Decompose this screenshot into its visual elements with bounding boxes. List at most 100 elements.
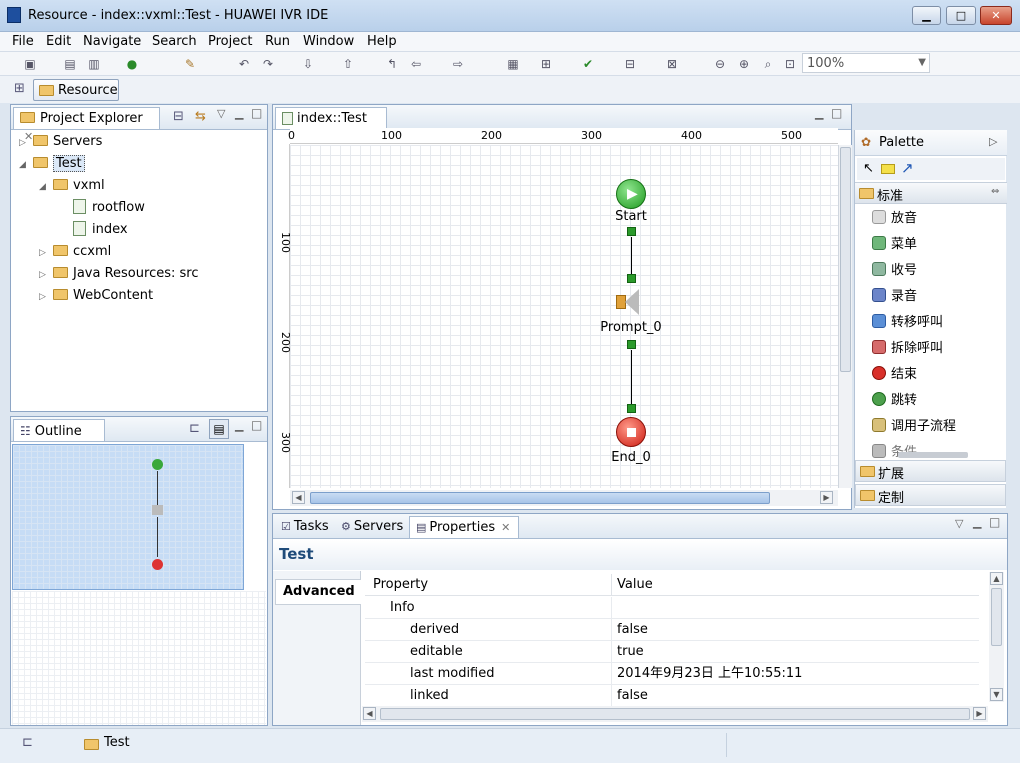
side-tab-advanced[interactable]: Advanced <box>275 579 361 605</box>
menu-edit[interactable]: Edit <box>45 32 72 52</box>
overview-icon[interactable]: ▤ <box>209 419 229 439</box>
flow-canvas[interactable]: ▶ Start Prompt_0 End_0 <box>290 145 838 488</box>
menu-navigate[interactable]: Navigate <box>82 32 142 52</box>
grid-icon[interactable]: ⊞ <box>538 56 554 72</box>
resource-perspective-button[interactable]: Resource <box>33 79 119 101</box>
palette-item-record[interactable]: 录音 <box>872 284 917 310</box>
connector-line[interactable] <box>631 350 632 406</box>
palette-item-transfer[interactable]: 转移呼叫 <box>872 310 943 336</box>
editor-hscrollbar[interactable]: ◀ ▶ <box>290 490 838 506</box>
tree-view-icon[interactable]: ⊏ <box>189 421 200 436</box>
column-property[interactable]: Property <box>373 577 428 592</box>
property-row[interactable]: derived false <box>365 619 979 641</box>
scroll-left-icon[interactable]: ◀ <box>292 491 305 504</box>
outline-viewport[interactable] <box>12 444 244 590</box>
property-row[interactable]: last modified 2014年9月23日 上午10:55:11 <box>365 663 979 685</box>
select-tool-icon[interactable]: ↖ <box>863 161 874 176</box>
nav-back-icon[interactable]: ↰ <box>384 56 400 72</box>
column-value[interactable]: Value <box>617 577 653 592</box>
menu-help[interactable]: Help <box>366 32 398 52</box>
pin-icon[interactable]: ⇔ <box>991 186 999 197</box>
expand-icon[interactable]: ▷ <box>39 286 53 308</box>
input-port[interactable] <box>627 404 636 413</box>
fast-view-icon[interactable]: ⊏ <box>22 735 33 750</box>
tree-item-servers[interactable]: ▷ Servers <box>19 131 102 153</box>
property-row[interactable]: editable true <box>365 641 979 663</box>
tab-project-explorer[interactable]: Project Explorer ✕ <box>13 107 160 143</box>
layout-icon[interactable]: ⊠ <box>664 56 680 72</box>
properties-vscrollbar[interactable]: ▲ ▼ <box>989 572 1004 702</box>
collapse-icon[interactable]: ◢ <box>39 176 53 198</box>
view-menu-icon[interactable]: ▽ <box>955 517 963 530</box>
collapse-palette-icon[interactable]: ▷ <box>989 135 997 148</box>
tab-servers[interactable]: ⚙ Servers <box>335 516 407 538</box>
redo-icon[interactable]: ↷ <box>260 56 276 72</box>
tree-item-test[interactable]: ◢ Test <box>19 153 85 175</box>
import-icon[interactable]: ⇩ <box>300 56 316 72</box>
palette-item-subflow[interactable]: 调用子流程 <box>872 414 956 440</box>
expand-icon[interactable]: ▷ <box>39 264 53 286</box>
minimize-view-icon[interactable]: ▁ <box>973 516 981 529</box>
link-editor-icon[interactable]: ⇆ <box>195 109 206 124</box>
scroll-right-icon[interactable]: ▶ <box>820 491 833 504</box>
run-icon[interactable]: ● <box>124 56 140 72</box>
output-port[interactable] <box>627 227 636 236</box>
palette-item-menu[interactable]: 菜单 <box>872 232 917 258</box>
tree-item-index[interactable]: index <box>73 219 128 241</box>
property-group-info[interactable]: Info <box>365 597 979 619</box>
tab-outline[interactable]: ☷Outline ✕ <box>13 419 105 456</box>
forward-icon[interactable]: ⇨ <box>450 56 466 72</box>
palette-group-extend[interactable]: 扩展 <box>855 460 1006 482</box>
maximize-view-icon[interactable]: □ <box>989 515 1000 529</box>
zoom-in-icon[interactable]: ⊕ <box>736 56 752 72</box>
maximize-view-icon[interactable]: □ <box>251 106 262 120</box>
expand-icon[interactable]: ▷ <box>19 132 33 154</box>
zoom-combo[interactable]: 100% ▼ <box>802 53 930 73</box>
scroll-right-icon[interactable]: ▶ <box>973 707 986 720</box>
tool-icon[interactable]: ✎ <box>182 56 198 72</box>
palette-group-custom[interactable]: 定制 <box>855 484 1006 506</box>
menu-project[interactable]: Project <box>207 32 253 52</box>
close-button[interactable]: ✕ <box>980 6 1012 25</box>
output-port[interactable] <box>627 340 636 349</box>
open-perspective-icon[interactable]: ⊞ <box>14 81 25 96</box>
zoom-page-icon[interactable]: ⊡ <box>782 56 798 72</box>
maximize-button[interactable]: □ <box>946 6 976 25</box>
clipboard-icon[interactable]: ▦ <box>505 56 521 72</box>
save-icon[interactable]: ▤ <box>62 56 78 72</box>
prompt-node[interactable] <box>616 287 646 317</box>
menu-run[interactable]: Run <box>264 32 291 52</box>
palette-item-play[interactable]: 放音 <box>872 206 917 232</box>
zoom-out-icon[interactable]: ⊖ <box>712 56 728 72</box>
minimize-button[interactable]: ▁ <box>912 6 941 25</box>
back-icon[interactable]: ⇦ <box>408 56 424 72</box>
scroll-left-icon[interactable]: ◀ <box>363 707 376 720</box>
tab-properties[interactable]: ▤ Properties ✕ <box>409 516 519 538</box>
tree-item-java-resources[interactable]: ▷ Java Resources: src <box>39 263 198 285</box>
start-node[interactable]: ▶ <box>616 179 646 209</box>
note-tool-icon[interactable] <box>881 164 895 174</box>
scroll-thumb[interactable] <box>991 588 1002 646</box>
print-icon[interactable]: ▥ <box>86 56 102 72</box>
connection-tool-icon[interactable]: ↗ <box>901 159 914 177</box>
zoom-fit-icon[interactable]: ⌕ <box>760 56 776 72</box>
connector-line[interactable] <box>631 237 632 277</box>
undo-icon[interactable]: ↶ <box>236 56 252 72</box>
tree-item-ccxml[interactable]: ▷ ccxml <box>39 241 111 263</box>
scroll-thumb[interactable] <box>310 492 770 504</box>
collapse-all-icon[interactable]: ⊟ <box>173 109 184 124</box>
palette-item-end[interactable]: 结束 <box>872 362 917 388</box>
maximize-view-icon[interactable]: □ <box>831 106 842 120</box>
new-icon[interactable]: ▣ <box>22 56 38 72</box>
menu-window[interactable]: Window <box>302 32 355 52</box>
tree-item-vxml[interactable]: ◢ vxml <box>39 175 105 197</box>
view-menu-icon[interactable]: ▽ <box>217 107 225 120</box>
scroll-up-icon[interactable]: ▲ <box>990 572 1003 585</box>
chevron-down-icon[interactable]: ▼ <box>918 57 926 68</box>
palette-item-hangup[interactable]: 拆除呼叫 <box>872 336 943 362</box>
minimize-view-icon[interactable]: ▁ <box>815 107 823 120</box>
validate-icon[interactable]: ✔ <box>580 56 596 72</box>
tab-tasks[interactable]: ☑ Tasks <box>275 516 333 538</box>
tab-index-test[interactable]: index::Test ✕ <box>275 107 387 143</box>
scroll-down-icon[interactable]: ▼ <box>990 688 1003 701</box>
